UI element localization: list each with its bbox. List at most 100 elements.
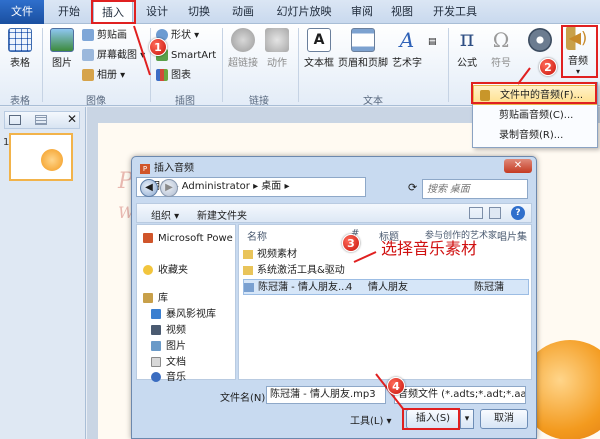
column-header-album[interactable]: 唱片集 <box>497 228 527 243</box>
screenshot-label: 屏幕截图 <box>97 50 137 61</box>
dialog-close-button[interactable]: ✕ <box>504 159 532 173</box>
formula-label: 公式 <box>457 58 477 69</box>
pi-icon: π <box>459 27 475 52</box>
file-name: 系统激活工具&驱动 <box>257 265 345 276</box>
chart-button[interactable]: 图表 <box>156 68 191 84</box>
file-name: 视频素材 <box>257 249 297 260</box>
tab-developer[interactable]: 开发工具 <box>424 0 486 24</box>
dialog-footer: 文件名(N): 陈冠蒲 - 情人朋友.mp3 音频文件 (*.adts;*.ad… <box>136 382 532 439</box>
file-row-selected[interactable]: 陈冠蒲 - 情人朋友... 4 情人朋友 陈冠蒲 <box>243 279 529 295</box>
column-header-name[interactable]: 名称 <box>247 228 267 243</box>
pane-tabs: ✕ <box>4 111 80 129</box>
nav-item-powerpoint[interactable]: Microsoft Powe <box>143 233 233 244</box>
group-divider <box>448 28 449 102</box>
video-button[interactable] <box>524 28 556 54</box>
group-label-links: 链接 <box>249 96 269 107</box>
picture-button[interactable]: 图片 <box>46 28 78 69</box>
album-label: 相册 <box>97 70 117 81</box>
help-icon[interactable]: ? <box>511 206 525 220</box>
step-badge-2: 2 <box>539 58 557 76</box>
picture-label: 图片 <box>52 58 72 69</box>
tools-button[interactable]: 工具(L) ▾ <box>350 412 392 427</box>
nav-item-libraries[interactable]: 库 <box>143 289 168 304</box>
group-label-illustrations: 插图 <box>175 96 195 107</box>
cancel-button[interactable]: 取消 <box>480 409 528 429</box>
powerpoint-icon: P <box>140 164 150 174</box>
nav-label: 库 <box>158 293 168 304</box>
tab-animations[interactable]: 动画 <box>224 0 262 24</box>
table-button[interactable]: 表格 <box>4 28 36 69</box>
wordart-label: 艺术字 <box>392 58 422 69</box>
textbox-button[interactable]: A 文本框 <box>302 28 336 69</box>
table-label: 表格 <box>10 58 30 69</box>
film-reel-icon <box>528 28 552 52</box>
back-arrow-icon[interactable]: ◀ <box>140 179 158 197</box>
tab-file[interactable]: 文件 <box>0 0 44 24</box>
menu-item-clipart-audio[interactable]: 剪贴画音频(C)... <box>473 106 597 126</box>
wordart-icon: A <box>399 28 415 52</box>
ribbon-tab-bar: 文件 开始 插入 设计 切换 动画 幻灯片放映 审阅 视图 开发工具 <box>0 0 600 25</box>
nav-item-documents[interactable]: 文档 <box>151 353 186 368</box>
menu-item-record-audio[interactable]: 录制音频(R)... <box>473 126 597 146</box>
header-footer-button[interactable]: 页眉和页脚 <box>338 28 388 69</box>
group-divider <box>150 28 151 102</box>
highlight-audio-from-file <box>471 82 597 104</box>
new-folder-button[interactable]: 新建文件夹 <box>197 207 247 222</box>
file-title: 情人朋友 <box>368 282 408 293</box>
preview-pane-icon[interactable] <box>489 207 501 219</box>
formula-button[interactable]: π 公式 <box>452 27 482 70</box>
nav-item-videos[interactable]: 视频 <box>151 321 186 336</box>
nav-item-favorites[interactable]: 收藏夹 <box>143 261 188 276</box>
clipart-icon <box>82 29 94 41</box>
nav-item-pictures[interactable]: 图片 <box>151 337 186 352</box>
tab-home[interactable]: 开始 <box>50 0 88 24</box>
nav-item-music[interactable]: 音乐 <box>151 368 186 383</box>
action-button[interactable]: 动作 <box>262 28 292 69</box>
omega-icon: Ω <box>492 28 510 52</box>
tab-transitions[interactable]: 切换 <box>180 0 218 24</box>
album-button[interactable]: 相册 ▾ <box>82 68 125 84</box>
slide-thumbnail[interactable] <box>9 133 73 181</box>
insert-options-dropdown[interactable]: ▾ <box>460 409 474 429</box>
chart-label: 图表 <box>171 70 191 81</box>
filename-input[interactable]: 陈冠蒲 - 情人朋友.mp3 <box>266 386 386 404</box>
hyperlink-button[interactable]: 超链接 <box>226 28 260 69</box>
slides-tab-icon[interactable] <box>9 115 21 125</box>
nav-item-storm-video[interactable]: 暴风影视库 <box>151 305 216 320</box>
nav-label: 暴风影视库 <box>166 309 216 320</box>
search-input[interactable] <box>422 179 528 199</box>
tab-design[interactable]: 设计 <box>140 0 174 24</box>
organize-button[interactable]: 组织 ▾ <box>151 207 179 222</box>
screenshot-button[interactable]: 屏幕截图 ▾ <box>82 48 145 64</box>
filetype-select[interactable]: 音频文件 (*.adts;*.adt;*.aac;*.ai <box>394 386 526 404</box>
filename-label: 文件名(N): <box>220 393 269 404</box>
library-icon <box>143 293 153 303</box>
step-badge-4: 4 <box>387 377 405 395</box>
menu-item-label: 剪贴画音频(C)... <box>499 110 574 121</box>
chart-icon <box>156 69 168 81</box>
file-row[interactable]: 系统激活工具&驱动 <box>243 263 529 279</box>
breadcrumb-desktop[interactable]: 桌面 <box>261 181 281 192</box>
screenshot-icon <box>82 49 94 61</box>
refresh-icon[interactable]: ⟳ <box>408 181 417 194</box>
tab-slideshow[interactable]: 幻灯片放映 <box>268 0 340 24</box>
tab-review[interactable]: 审阅 <box>344 0 380 24</box>
clipart-button[interactable]: 剪贴画 <box>82 28 127 44</box>
wordart-button[interactable]: A 艺术字 <box>390 28 424 69</box>
header-footer-icon <box>351 28 375 52</box>
highlight-insert-button <box>402 408 460 430</box>
close-icon[interactable]: ✕ <box>67 112 77 126</box>
folder-icon <box>243 249 253 259</box>
symbol-button[interactable]: Ω 符号 <box>486 28 516 69</box>
view-options-icon[interactable] <box>469 207 483 219</box>
group-divider <box>298 28 299 102</box>
outline-tab-icon[interactable] <box>35 115 47 125</box>
breadcrumb-administrator[interactable]: Administrator <box>182 181 250 192</box>
folder-icon <box>243 265 253 275</box>
text-more-icon[interactable]: ▤ <box>428 34 437 50</box>
tab-view[interactable]: 视图 <box>384 0 420 24</box>
nav-label: 视频 <box>166 325 186 336</box>
chevron-down-icon: ▾ <box>191 30 200 41</box>
group-label-images: 图像 <box>86 96 106 107</box>
forward-arrow-icon[interactable]: ▶ <box>160 179 178 197</box>
